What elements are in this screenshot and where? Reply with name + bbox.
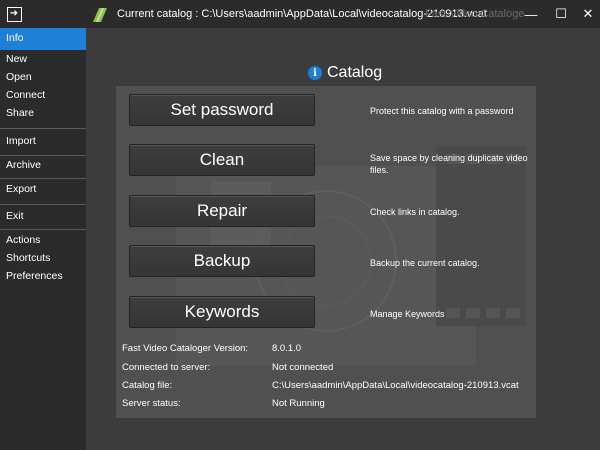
page-header: i Catalog [308,63,382,83]
sidebar-item-preferences[interactable]: Preferences [0,266,86,288]
sidebar-item-label: New [6,53,28,65]
sidebar-item-label: Connect [6,89,46,101]
back-button[interactable]: ➜ [0,0,28,28]
sidebar-item-label: Actions [6,234,41,246]
sidebar-item-label: Preferences [6,270,63,282]
maximize-button[interactable]: ☐ [546,0,576,28]
keywords-description: Manage Keywords [370,309,445,319]
sidebar-item-exit[interactable]: Exit [0,206,86,228]
set-password-description: Protect this catalog with a password [370,106,514,116]
set-password-button[interactable]: Set password [129,94,315,126]
repair-description: Check links in catalog. [370,207,460,217]
title-bar: ➜ Current catalog : C:\Users\aadmin\AppD… [0,0,600,28]
catalog-file-value: C:\Users\aadmin\AppData\Local\videocatal… [272,380,519,391]
server-status-label: Server status: [122,398,181,409]
backup-description: Backup the current catalog. [370,258,480,268]
server-connection-label: Connected to server: [122,362,211,373]
catalog-file-label: Catalog file: [122,380,173,391]
divider [0,204,86,205]
sidebar-item-share[interactable]: Share [0,103,86,125]
sidebar-item-archive[interactable]: Archive [0,155,86,177]
sidebar-item-label: Open [6,71,32,83]
main-content: i Catalog Set password Protect this cata… [86,28,600,450]
version-value: 8.0.1.0 [272,343,302,354]
repair-button[interactable]: Repair [129,195,315,227]
clean-button[interactable]: Clean [129,144,315,176]
sidebar-item-import[interactable]: Import [0,131,86,153]
app-logo-icon [93,8,107,22]
sidebar-item-label: Import [6,135,36,147]
catalog-panel: Set password Protect this catalog with a… [116,86,536,418]
close-button[interactable]: ✕ [573,0,600,28]
arrow-right-icon: ➜ [6,6,22,22]
sidebar-item-info[interactable]: Info [0,28,86,50]
page-title: Catalog [327,64,383,81]
backup-button[interactable]: Backup [129,245,315,277]
sidebar-item-label: Exit [6,210,24,222]
sidebar-item-label: Archive [6,159,42,171]
info-icon: i [308,66,322,80]
window-title-ghost: Fast Video Cataloger 8 [425,8,525,20]
sidebar-item-label: Export [6,183,37,195]
sidebar-item-label: Info [6,32,24,44]
sidebar: Info New Open Connect Share Import Archi… [0,28,86,450]
sidebar-item-label: Shortcuts [6,252,51,264]
server-status-value: Not Running [272,398,325,409]
sidebar-item-label: Share [6,107,35,119]
divider [0,128,86,129]
clean-description: Save space by cleaning duplicate video f… [370,153,528,175]
minimize-button[interactable]: — [516,0,546,28]
sidebar-item-export[interactable]: Export [0,179,86,201]
keywords-button[interactable]: Keywords [129,296,315,328]
server-connection-value: Not connected [272,362,334,373]
version-label: Fast Video Cataloger Version: [122,343,249,354]
